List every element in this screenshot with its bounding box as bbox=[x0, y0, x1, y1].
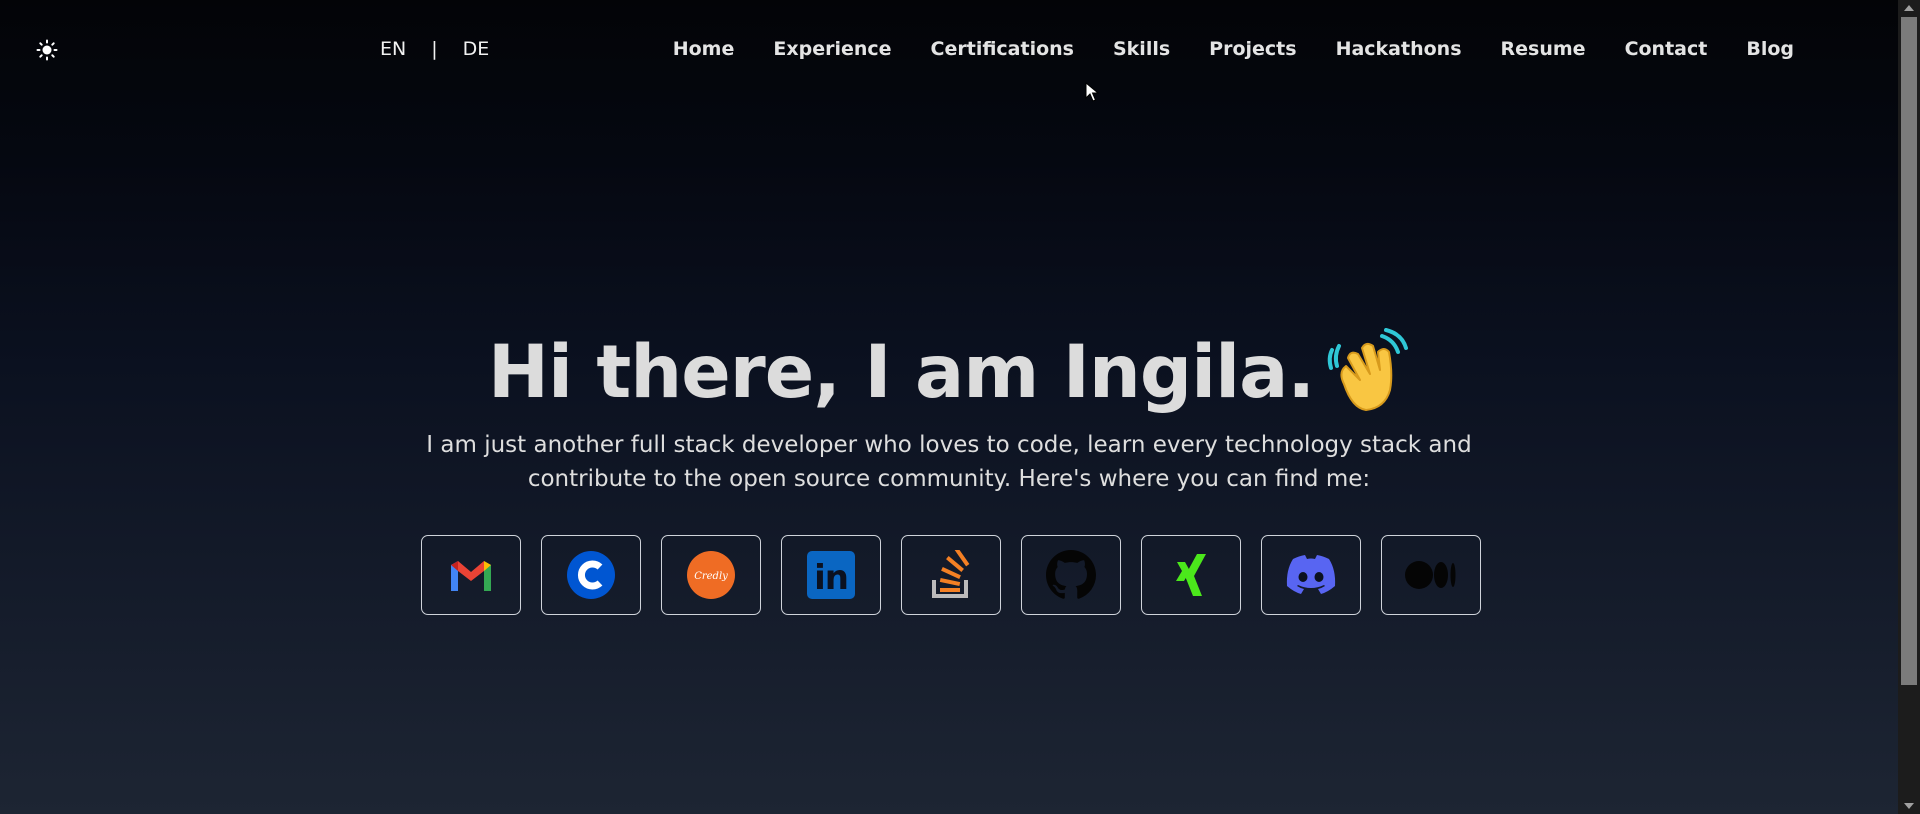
linkedin-wordmark: in bbox=[814, 558, 848, 598]
hero-subtitle-line: contribute to the open source community.… bbox=[527, 466, 1371, 492]
nav-item-certifications[interactable]: Certifications bbox=[931, 38, 1074, 60]
nav-item-blog[interactable]: Blog bbox=[1746, 38, 1794, 60]
credly-icon: Credly bbox=[687, 551, 735, 599]
github-icon bbox=[1046, 550, 1096, 599]
language-separator: | bbox=[431, 38, 438, 60]
hero-title-text: Hi there, I am Ingila. bbox=[487, 330, 1315, 415]
waving-hand-icon bbox=[1322, 327, 1410, 416]
gmail-icon bbox=[451, 561, 491, 591]
medium-icon bbox=[1405, 561, 1456, 589]
xing-link[interactable] bbox=[1141, 535, 1241, 615]
sun-icon[interactable] bbox=[36, 39, 58, 61]
scroll-down-arrow-icon[interactable] bbox=[1904, 803, 1914, 809]
nav-item-hackathons[interactable]: Hackathons bbox=[1336, 38, 1462, 60]
stackoverflow-icon bbox=[932, 550, 970, 598]
nav-item-contact[interactable]: Contact bbox=[1625, 38, 1708, 60]
nav-item-home[interactable]: Home bbox=[673, 38, 735, 60]
medium-link[interactable] bbox=[1381, 535, 1481, 615]
credly-link[interactable]: Credly bbox=[661, 535, 761, 615]
linkedin-link[interactable]: in bbox=[781, 535, 881, 615]
discord-icon bbox=[1286, 555, 1336, 594]
social-links: Credly in bbox=[421, 535, 1481, 615]
language-option-de[interactable]: DE bbox=[463, 38, 490, 60]
language-option-en[interactable]: EN bbox=[380, 38, 406, 60]
nav-item-skills[interactable]: Skills bbox=[1113, 38, 1170, 60]
nav-item-projects[interactable]: Projects bbox=[1209, 38, 1296, 60]
main-nav: Home Experience Certifications Skills Pr… bbox=[673, 38, 1794, 60]
linkedin-icon: in bbox=[807, 551, 855, 599]
hero-subtitle-line: I am just another full stack developer w… bbox=[426, 432, 1472, 458]
xing-icon bbox=[1176, 554, 1206, 596]
stackoverflow-link[interactable] bbox=[901, 535, 1001, 615]
github-link[interactable] bbox=[1021, 535, 1121, 615]
coursera-link[interactable] bbox=[541, 535, 641, 615]
nav-item-resume[interactable]: Resume bbox=[1501, 38, 1586, 60]
page-scrollbar[interactable] bbox=[1898, 0, 1920, 814]
nav-item-experience[interactable]: Experience bbox=[773, 38, 891, 60]
scroll-up-arrow-icon[interactable] bbox=[1904, 5, 1914, 11]
gmail-link[interactable] bbox=[421, 535, 521, 615]
coursera-icon bbox=[567, 551, 615, 599]
top-navigation-bar: EN | DE Home Experience Certifications S… bbox=[0, 0, 1898, 100]
scrollbar-thumb[interactable] bbox=[1901, 17, 1917, 685]
mouse-cursor-icon bbox=[1085, 81, 1100, 102]
discord-link[interactable] bbox=[1261, 535, 1361, 615]
hero-subtitle: I am just another full stack developer w… bbox=[400, 428, 1498, 496]
language-switcher: EN | DE bbox=[380, 38, 489, 60]
hero-title: Hi there, I am Ingila. bbox=[0, 327, 1898, 418]
credly-wordmark: Credly bbox=[694, 571, 728, 582]
